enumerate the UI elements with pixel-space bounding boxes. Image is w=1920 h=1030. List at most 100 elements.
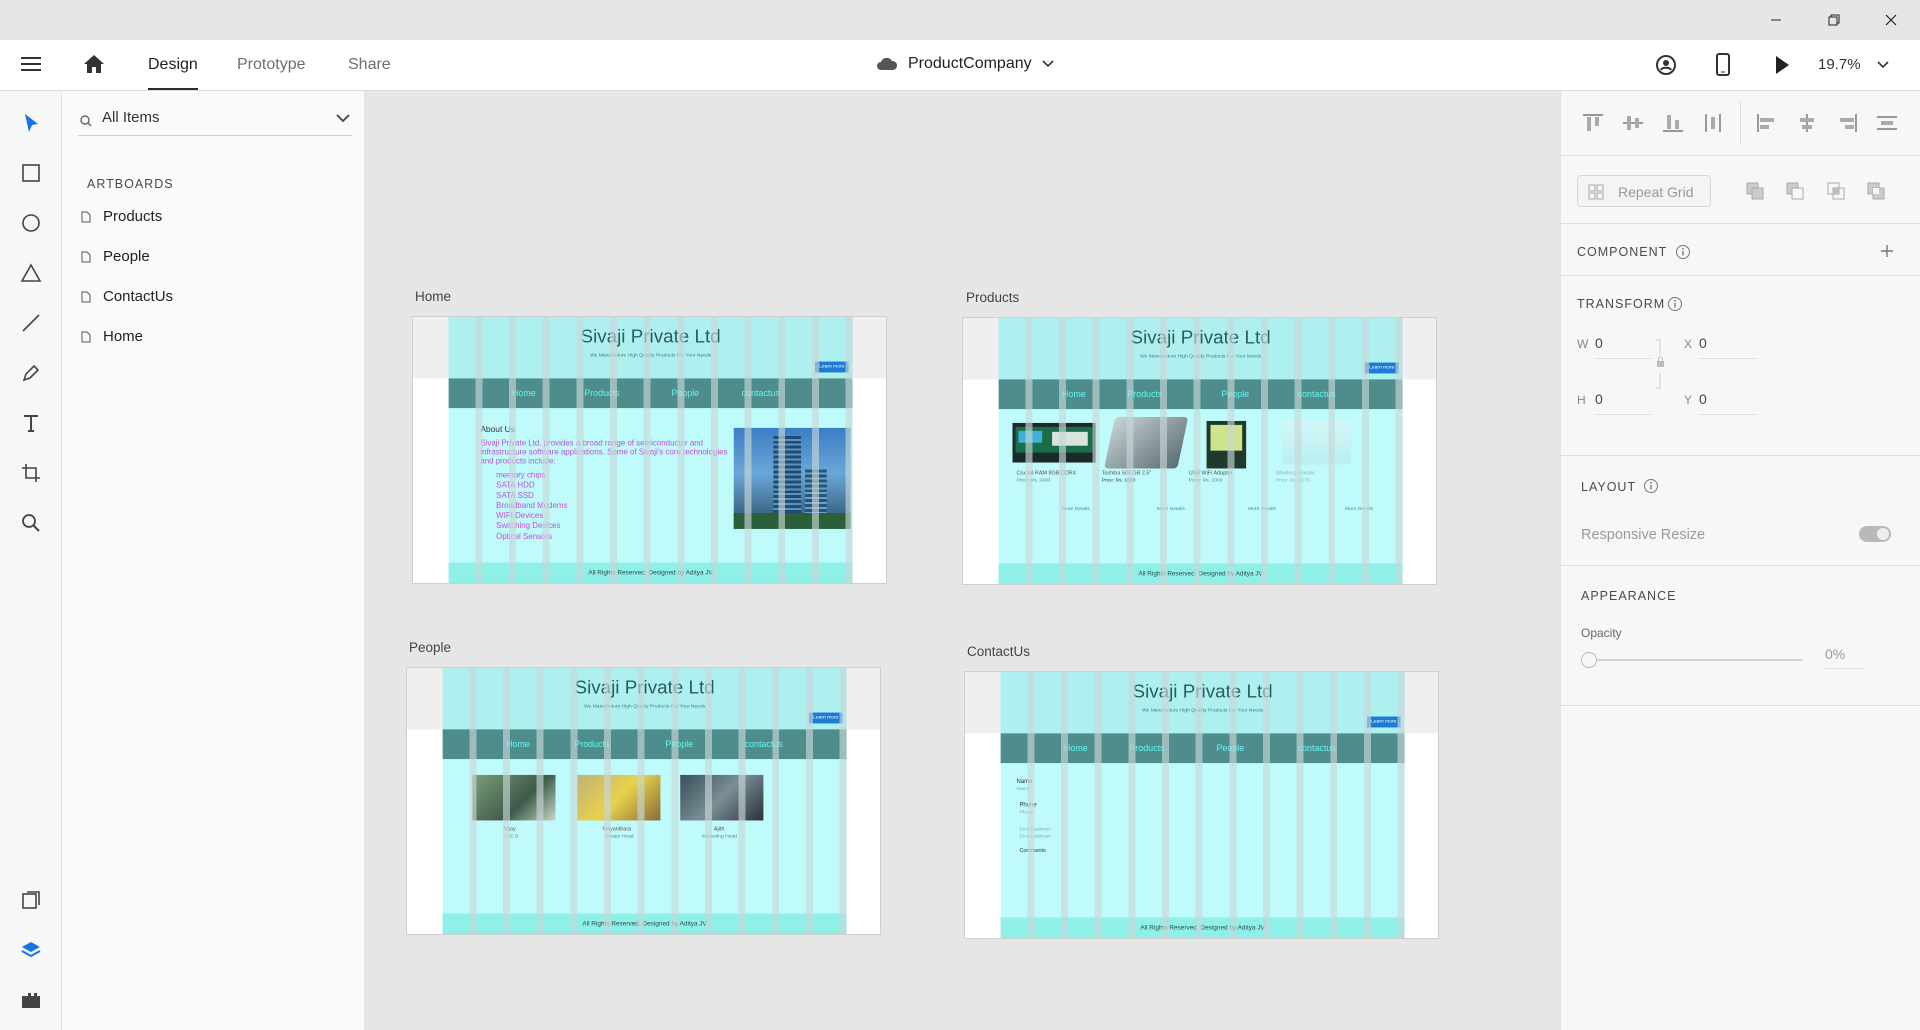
play-preview-button[interactable] bbox=[1773, 54, 1791, 81]
minimize-button[interactable] bbox=[1747, 0, 1805, 40]
ram-product-image bbox=[1012, 422, 1096, 463]
opacity-slider[interactable] bbox=[1581, 650, 1803, 670]
distribute-vertical-button[interactable] bbox=[1701, 111, 1725, 135]
artboard-label-people[interactable]: People bbox=[409, 640, 451, 655]
y-position-input[interactable]: 0 bbox=[1699, 387, 1757, 415]
chevron-down-icon bbox=[1042, 60, 1054, 68]
text-tool[interactable] bbox=[17, 409, 45, 437]
polygon-tool[interactable] bbox=[17, 259, 45, 287]
artboard-home[interactable]: Sivaji Private Ltd We Manufacture High Q… bbox=[412, 316, 887, 584]
slider-thumb[interactable] bbox=[1581, 652, 1597, 668]
x-position-input[interactable]: 0 bbox=[1699, 331, 1757, 359]
line-tool[interactable] bbox=[17, 309, 45, 337]
align-center-button[interactable] bbox=[1795, 111, 1819, 135]
pen-tool[interactable] bbox=[17, 359, 45, 387]
site-tagline: We Manufacture High Quality Products For… bbox=[1139, 353, 1262, 360]
hamburger-menu-button[interactable] bbox=[20, 55, 42, 78]
x-label: X bbox=[1684, 337, 1693, 351]
boolean-subtract-button[interactable] bbox=[1783, 179, 1807, 203]
home-button[interactable] bbox=[82, 53, 106, 80]
layers-panel-button[interactable] bbox=[17, 936, 45, 964]
close-window-button[interactable] bbox=[1862, 0, 1920, 40]
learn-more-button: Learn more bbox=[808, 712, 843, 724]
align-bottom-button[interactable] bbox=[1661, 111, 1685, 135]
design-canvas[interactable]: Home Sivaji Private Ltd We Manufacture H… bbox=[365, 91, 1560, 1030]
opacity-value: 0% bbox=[1825, 646, 1846, 662]
plugins-panel-button[interactable] bbox=[17, 986, 45, 1014]
boolean-add-button[interactable] bbox=[1743, 179, 1767, 203]
site-nav-contactus: contactus bbox=[741, 388, 780, 399]
document-title-dropdown[interactable]: ProductCompany bbox=[876, 55, 1054, 73]
assets-icon bbox=[22, 891, 40, 909]
align-middle-button[interactable] bbox=[1621, 111, 1645, 135]
assets-panel-button[interactable] bbox=[17, 886, 45, 914]
search-icon bbox=[80, 115, 92, 127]
add-component-button[interactable] bbox=[1879, 243, 1895, 264]
device-preview-button[interactable] bbox=[1714, 52, 1732, 83]
distribute-horizontal-button[interactable] bbox=[1875, 111, 1899, 135]
layout-section-title: LAYOUT bbox=[1581, 480, 1637, 494]
product-price: Price: Rs. 1650 bbox=[1101, 477, 1136, 484]
responsive-resize-toggle[interactable] bbox=[1859, 526, 1891, 542]
site-nav-contactus: contactus bbox=[744, 739, 783, 750]
about-list-item: WIFI Devices bbox=[496, 511, 544, 521]
maximize-button[interactable] bbox=[1805, 0, 1863, 40]
more-details-link: More Details bbox=[1062, 506, 1090, 513]
artboard-label-home[interactable]: Home bbox=[415, 289, 451, 304]
zoom-level: 19.7% bbox=[1818, 56, 1861, 73]
layers-panel: All Items ARTBOARDS Products People Cont… bbox=[62, 91, 365, 1030]
artboard-label-contactus[interactable]: ContactUs bbox=[967, 644, 1030, 659]
width-input[interactable]: 0 bbox=[1595, 331, 1651, 359]
tab-share[interactable]: Share bbox=[348, 56, 391, 90]
divider bbox=[1561, 455, 1920, 456]
about-list-item: SATA SSD bbox=[496, 490, 534, 500]
layer-item-people[interactable]: People bbox=[78, 243, 350, 271]
site-title: Sivaji Private Ltd bbox=[580, 326, 721, 348]
boolean-exclude-button[interactable] bbox=[1864, 179, 1888, 203]
layer-item-products[interactable]: Products bbox=[78, 203, 350, 231]
ground-shape bbox=[733, 513, 851, 529]
artboard-contactus[interactable]: Sivaji Private Ltd We Manufacture High Q… bbox=[964, 671, 1439, 939]
tab-prototype[interactable]: Prototype bbox=[237, 56, 305, 90]
align-top-button[interactable] bbox=[1581, 111, 1605, 135]
document-name: ProductCompany bbox=[908, 55, 1032, 72]
opacity-input[interactable]: 0% bbox=[1825, 643, 1865, 669]
layer-item-label: People bbox=[103, 248, 150, 265]
site-nav-people: People bbox=[1216, 743, 1245, 754]
site-tagline: We Manufacture High Quality Products For… bbox=[1141, 707, 1264, 714]
align-right-button[interactable] bbox=[1835, 111, 1859, 135]
boolean-intersect-button[interactable] bbox=[1824, 179, 1848, 203]
info-icon bbox=[1644, 479, 1658, 493]
responsive-resize-label: Responsive Resize bbox=[1581, 527, 1706, 543]
select-tool[interactable] bbox=[17, 109, 45, 137]
artboard-label-products[interactable]: Products bbox=[966, 290, 1019, 305]
usb-adapter-product-image bbox=[1206, 420, 1247, 469]
align-left-button[interactable] bbox=[1755, 111, 1779, 135]
text-icon bbox=[24, 415, 38, 432]
site-nav: Home Products People contactus bbox=[442, 729, 847, 760]
layer-item-contactus[interactable]: ContactUs bbox=[78, 283, 350, 311]
artboard-people[interactable]: Sivaji Private Ltd We Manufacture High Q… bbox=[406, 667, 881, 935]
y-label: Y bbox=[1684, 393, 1693, 407]
artboard-tool[interactable] bbox=[17, 459, 45, 487]
site-nav-home: Home bbox=[1064, 743, 1088, 754]
rectangle-tool[interactable] bbox=[17, 159, 45, 187]
tab-design[interactable]: Design bbox=[148, 56, 198, 90]
lock-aspect-icon[interactable] bbox=[1655, 339, 1665, 389]
site-footer: All Rights Reserved. Designed by Aditya … bbox=[1000, 917, 1405, 938]
layer-item-label: ContactUs bbox=[103, 288, 174, 305]
layer-item-label: Home bbox=[103, 328, 144, 345]
repeat-grid-button[interactable]: Repeat Grid bbox=[1577, 175, 1711, 207]
layer-item-home[interactable]: Home bbox=[78, 323, 350, 351]
artboard-products[interactable]: Sivaji Private Ltd We Manufacture High Q… bbox=[962, 317, 1437, 585]
filter-dropdown[interactable]: All Items bbox=[78, 105, 352, 136]
divider bbox=[1740, 101, 1741, 145]
site-nav: Home Products People contactus bbox=[998, 379, 1403, 410]
ellipse-tool[interactable] bbox=[17, 209, 45, 237]
zoom-dropdown[interactable]: 19.7% bbox=[1818, 56, 1889, 73]
share-user-button[interactable] bbox=[1655, 53, 1679, 82]
zoom-tool[interactable] bbox=[17, 509, 45, 537]
info-icon bbox=[1676, 245, 1690, 259]
height-input[interactable]: 0 bbox=[1595, 387, 1651, 415]
slider-track bbox=[1591, 659, 1803, 661]
